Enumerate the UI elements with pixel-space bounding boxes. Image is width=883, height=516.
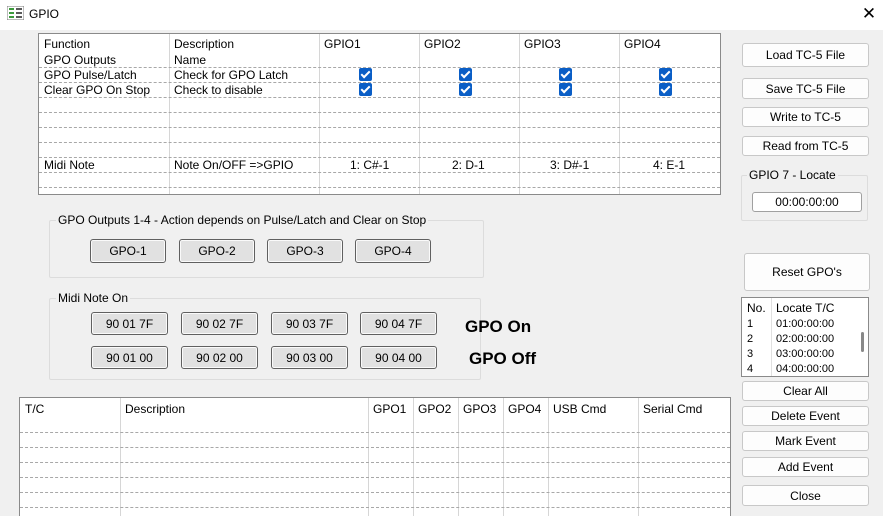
gpo-on-label: GPO On [465,317,532,336]
gpo-off-label: GPO Off [469,349,537,368]
mark-event-button[interactable]: Mark Event [742,431,869,451]
locate-list-item-4-no[interactable]: 4 [747,363,753,376]
delete-event-button[interactable]: Delete Event [742,406,869,426]
midi-on-2-button[interactable]: 90 02 7F [181,312,258,335]
event-header-gpo2: GPO2 [418,402,452,416]
gpio-config-grid[interactable]: Function Description GPIO1 GPIO2 GPIO3 G… [38,33,721,195]
midi-note-gpio4: 4: E-1 [653,158,686,172]
row-midi-note-function: Midi Note [44,158,95,172]
locate-list-header-no: No. [747,301,766,315]
column-header-gpio2: GPIO2 [424,37,461,51]
locate-list-scroll-thumb[interactable] [861,332,864,352]
locate-list-item-3-tc[interactable]: 03:00:00:00 [776,348,834,361]
midi-off-1-button[interactable]: 90 01 00 [91,346,168,369]
read-from-tc5-button[interactable]: Read from TC-5 [742,136,869,156]
gpio-app-icon [6,5,25,21]
row-clear-on-stop-function: Clear GPO On Stop [44,83,151,97]
close-button[interactable]: Close [742,485,869,506]
event-header-usb-cmd: USB Cmd [553,402,607,416]
row-pulse-latch-function: GPO Pulse/Latch [44,68,137,82]
clear-all-button[interactable]: Clear All [742,381,869,401]
add-event-button[interactable]: Add Event [742,457,869,477]
midi-off-4-button[interactable]: 90 04 00 [360,346,437,369]
row-clear-on-stop-description: Check to disable [174,83,263,97]
midi-note-on-group-label: Midi Note On [56,291,131,305]
midi-on-1-button[interactable]: 90 01 7F [91,312,168,335]
locate-list-item-2-no[interactable]: 2 [747,333,753,346]
midi-note-gpio3: 3: D#-1 [550,158,590,172]
close-icon[interactable]: ✕ [856,2,882,26]
locate-list-item-1-tc[interactable]: 01:00:00:00 [776,318,834,331]
pulse-latch-gpio4-checkbox[interactable] [659,68,672,81]
clear-on-stop-gpio4-checkbox[interactable] [659,83,672,96]
event-header-description: Description [125,402,186,416]
locate-list-scrollbar[interactable] [858,298,868,376]
locate-list[interactable]: No. Locate T/C 1 01:00:00:00 2 02:00:00:… [741,297,869,377]
write-to-tc5-button[interactable]: Write to TC-5 [742,107,869,127]
pulse-latch-gpio2-checkbox[interactable] [459,68,472,81]
column-header-gpio1: GPIO1 [324,37,361,51]
gpo-3-button[interactable]: GPO-3 [267,239,343,263]
gpio7-locate-group-label: GPIO 7 - Locate [747,168,838,182]
event-header-tc: T/C [25,402,45,416]
locate-list-item-4-tc[interactable]: 04:00:00:00 [776,363,834,376]
save-tc5-file-button[interactable]: Save TC-5 File [742,78,869,99]
event-header-gpo4: GPO4 [508,402,542,416]
locate-timecode-field[interactable]: 00:00:00:00 [752,192,862,212]
row-gpo-outputs-description: Name [174,53,207,67]
window-title: GPIO [29,7,60,21]
column-header-gpio3: GPIO3 [524,37,561,51]
column-header-function: Function [44,37,91,51]
locate-list-item-3-no[interactable]: 3 [747,348,753,361]
reset-gpos-button[interactable]: Reset GPO's [744,253,870,291]
column-header-description: Description [174,37,235,51]
event-header-gpo3: GPO3 [463,402,497,416]
load-tc5-file-button[interactable]: Load TC-5 File [742,43,869,67]
gpo-2-button[interactable]: GPO-2 [179,239,255,263]
column-header-gpio4: GPIO4 [624,37,661,51]
midi-on-4-button[interactable]: 90 04 7F [360,312,437,335]
event-header-gpo1: GPO1 [373,402,407,416]
midi-note-gpio1: 1: C#-1 [350,158,390,172]
pulse-latch-gpio3-checkbox[interactable] [559,68,572,81]
locate-list-header-tc: Locate T/C [776,301,835,315]
event-grid[interactable]: T/C Description GPO1 GPO2 GPO3 GPO4 USB … [19,397,731,516]
locate-list-item-2-tc[interactable]: 02:00:00:00 [776,333,834,346]
clear-on-stop-gpio2-checkbox[interactable] [459,83,472,96]
midi-off-3-button[interactable]: 90 03 00 [271,346,348,369]
event-header-serial-cmd: Serial Cmd [643,402,703,416]
clear-on-stop-gpio3-checkbox[interactable] [559,83,572,96]
row-pulse-latch-description: Check for GPO Latch [174,68,289,82]
locate-list-item-1-no[interactable]: 1 [747,318,753,331]
row-midi-note-description: Note On/OFF =>GPIO [174,158,294,172]
midi-on-3-button[interactable]: 90 03 7F [271,312,348,335]
row-gpo-outputs-function: GPO Outputs [44,53,117,67]
gpo-4-button[interactable]: GPO-4 [355,239,431,263]
midi-note-gpio2: 2: D-1 [452,158,485,172]
clear-on-stop-gpio1-checkbox[interactable] [359,83,372,96]
gpo-1-button[interactable]: GPO-1 [90,239,166,263]
pulse-latch-gpio1-checkbox[interactable] [359,68,372,81]
midi-off-2-button[interactable]: 90 02 00 [181,346,258,369]
title-bar: GPIO ✕ [0,0,883,30]
gpo-outputs-group-label: GPO Outputs 1-4 - Action depends on Puls… [56,213,429,227]
